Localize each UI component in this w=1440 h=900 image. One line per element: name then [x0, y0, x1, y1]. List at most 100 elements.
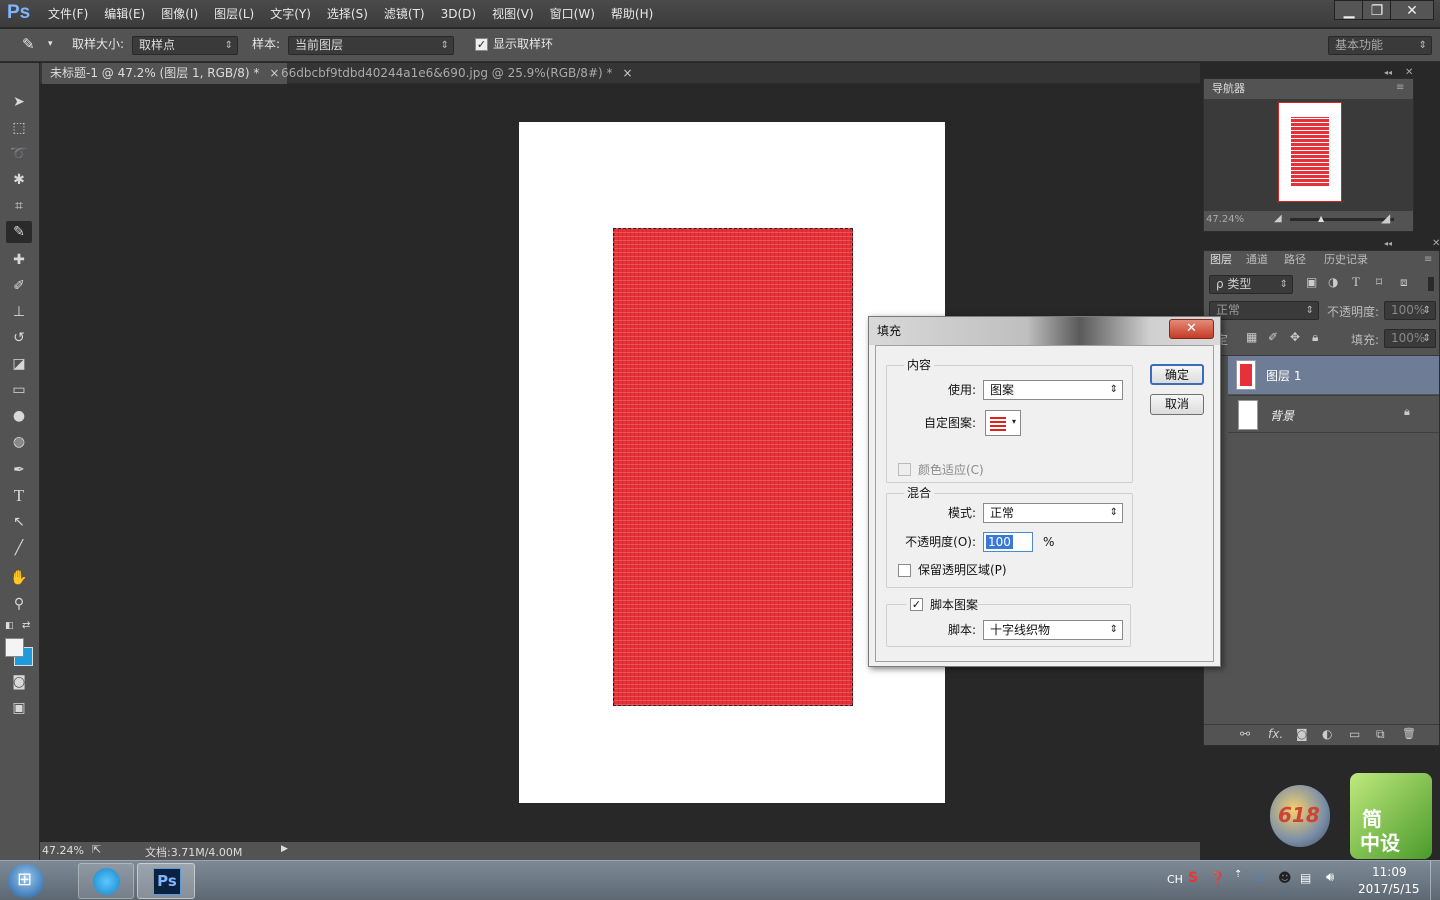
menu-3d[interactable]: 3D(D): [433, 0, 484, 28]
export-icon[interactable]: ⇱: [92, 843, 101, 856]
dialog-title-bar[interactable]: 填充: [869, 317, 1220, 345]
preserve-transparency-checkbox[interactable]: [898, 564, 911, 577]
filter-pixel-icon[interactable]: ▣: [1306, 275, 1317, 289]
close-panel-icon[interactable]: ✕: [1405, 67, 1413, 78]
line-tool-icon[interactable]: ╱: [6, 537, 32, 559]
magic-wand-tool-icon[interactable]: ✱: [6, 169, 32, 191]
menu-filter[interactable]: 滤镜(T): [376, 0, 433, 28]
restore-button[interactable]: ❐: [1362, 0, 1392, 20]
lock-brush-icon[interactable]: ✐: [1268, 330, 1278, 344]
lock-move-icon[interactable]: ✥: [1290, 330, 1300, 344]
filter-smart-object-icon[interactable]: ⧈: [1400, 275, 1408, 290]
lasso-tool-icon[interactable]: ➰: [6, 143, 32, 165]
tab-history[interactable]: 历史记录: [1320, 251, 1372, 269]
screen-mode-icon[interactable]: ▣: [6, 697, 32, 719]
navigator-preview[interactable]: [1204, 99, 1413, 211]
tab-paths[interactable]: 路径: [1280, 251, 1310, 269]
layer-row[interactable]: 图层 1: [1228, 356, 1439, 394]
hand-tool-icon[interactable]: ✋: [6, 567, 32, 589]
network-icon[interactable]: ▤: [1300, 871, 1311, 885]
healing-brush-tool-icon[interactable]: ✚: [6, 249, 32, 271]
minimize-button[interactable]: ▁: [1334, 0, 1364, 20]
taskbar-app-browser[interactable]: [78, 863, 134, 899]
script-pattern-checkbox[interactable]: ✓: [910, 598, 923, 611]
clock-date[interactable]: 2017/5/15: [1358, 882, 1420, 896]
close-button[interactable]: ✕: [1390, 0, 1434, 20]
sample-select[interactable]: 当前图层: [288, 36, 454, 55]
filter-type-icon[interactable]: T: [1352, 274, 1360, 290]
stamp-tool-icon[interactable]: ⊥: [6, 301, 32, 323]
mode-select[interactable]: 正常: [983, 503, 1123, 523]
tab-layers[interactable]: 图层: [1206, 251, 1236, 269]
menu-select[interactable]: 选择(S): [319, 0, 376, 28]
history-brush-tool-icon[interactable]: ↺: [6, 327, 32, 349]
opacity-field[interactable]: 100%: [1384, 301, 1436, 320]
cancel-button[interactable]: 取消: [1150, 394, 1204, 415]
menu-window[interactable]: 窗口(W): [542, 0, 603, 28]
clock-time[interactable]: 11:09: [1372, 865, 1407, 879]
script-select[interactable]: 十字线织物: [983, 620, 1123, 640]
tab-close-icon[interactable]: ×: [623, 66, 633, 80]
default-colors-icon[interactable]: ◧: [5, 621, 15, 631]
crop-tool-icon[interactable]: ⌗: [6, 195, 32, 217]
input-language[interactable]: CH: [1167, 873, 1183, 886]
security-shield-icon[interactable]: ⛉: [1255, 871, 1265, 886]
sample-size-select[interactable]: 取样点: [132, 36, 238, 55]
new-group-icon[interactable]: ▭: [1349, 727, 1360, 741]
lock-transparency-icon[interactable]: ▦: [1246, 330, 1257, 344]
618-badge[interactable]: 618: [1270, 785, 1330, 847]
tool-preset-dropdown-icon[interactable]: ▾: [48, 35, 53, 54]
layer-filter-select[interactable]: ρ 类型: [1209, 275, 1293, 294]
ok-button[interactable]: 确定: [1150, 364, 1204, 385]
zoom-in-icon[interactable]: ◢: [1381, 211, 1390, 225]
workspace-select[interactable]: 基本功能: [1328, 36, 1432, 55]
layer-name[interactable]: 图层 1: [1266, 367, 1301, 384]
eyedropper-tool-icon[interactable]: ✎: [6, 221, 32, 243]
swap-colors-icon[interactable]: ⇄: [22, 620, 30, 631]
new-layer-icon[interactable]: ⧉: [1376, 727, 1385, 742]
move-tool-icon[interactable]: ➤: [6, 91, 32, 113]
brush-tool-icon[interactable]: ✐: [6, 275, 32, 297]
tab-jpg-document[interactable]: 66dbcbf9tdbd40244a1e6&690.jpg @ 25.9%(RG…: [273, 63, 641, 84]
navigator-tab[interactable]: 导航器: [1208, 80, 1249, 98]
layer-style-icon[interactable]: fx.: [1268, 727, 1283, 741]
pen-tool-icon[interactable]: ✒: [6, 459, 32, 481]
show-desktop-button[interactable]: [1430, 861, 1440, 900]
opacity-input[interactable]: 100: [983, 532, 1033, 552]
gradient-tool-icon[interactable]: ▭: [6, 379, 32, 401]
type-tool-icon[interactable]: T: [6, 485, 32, 507]
foreground-color-swatch[interactable]: [5, 638, 24, 657]
filter-shape-icon[interactable]: ⌑: [1376, 275, 1382, 289]
collapse-panels-icon[interactable]: ◂◂: [1384, 239, 1392, 248]
lock-all-icon[interactable]: 🔒︎: [1312, 330, 1318, 345]
eyedropper-tool-icon[interactable]: ✎: [22, 35, 35, 54]
link-layers-icon[interactable]: ⚯: [1240, 727, 1250, 741]
adjustment-layer-icon[interactable]: ◐: [1322, 727, 1332, 741]
layer-row[interactable]: 背景 🔒︎: [1228, 395, 1439, 433]
panel-menu-icon[interactable]: ≡: [1396, 82, 1404, 93]
delete-layer-icon[interactable]: 🗑: [1402, 727, 1416, 740]
fill-field[interactable]: 100%: [1384, 329, 1436, 348]
help-icon[interactable]: ❓: [1210, 871, 1225, 885]
menu-view[interactable]: 视图(V): [484, 0, 542, 28]
marquee-tool-icon[interactable]: ⬚: [6, 117, 32, 139]
status-menu-arrow-icon[interactable]: ▶: [281, 844, 288, 854]
menu-image[interactable]: 图像(I): [153, 0, 206, 28]
close-panel-icon[interactable]: ✕: [1432, 238, 1440, 249]
selection-filled-area[interactable]: [613, 228, 853, 706]
menu-edit[interactable]: 编辑(E): [96, 0, 153, 28]
sogou-icon[interactable]: S: [1188, 870, 1198, 886]
zoom-out-icon[interactable]: ◢: [1274, 213, 1282, 224]
dialog-close-button[interactable]: ✕: [1169, 319, 1214, 339]
color-adapt-checkbox[interactable]: [898, 463, 911, 476]
use-select[interactable]: 图案: [983, 380, 1123, 400]
navigator-zoom-slider[interactable]: [1290, 218, 1394, 221]
tab-untitled-1[interactable]: 未标题-1 @ 47.2% (图层 1, RGB/8) * ×: [42, 63, 288, 84]
filter-toggle[interactable]: [1428, 277, 1434, 291]
tab-channels[interactable]: 通道: [1242, 251, 1272, 269]
zoom-tool-icon[interactable]: ⚲: [6, 593, 32, 615]
menu-help[interactable]: 帮助(H): [603, 0, 661, 28]
zoom-level[interactable]: 47.24%: [42, 844, 84, 857]
taskbar-app-photoshop[interactable]: Ps: [137, 863, 195, 899]
panel-menu-icon[interactable]: ≡: [1424, 254, 1432, 265]
